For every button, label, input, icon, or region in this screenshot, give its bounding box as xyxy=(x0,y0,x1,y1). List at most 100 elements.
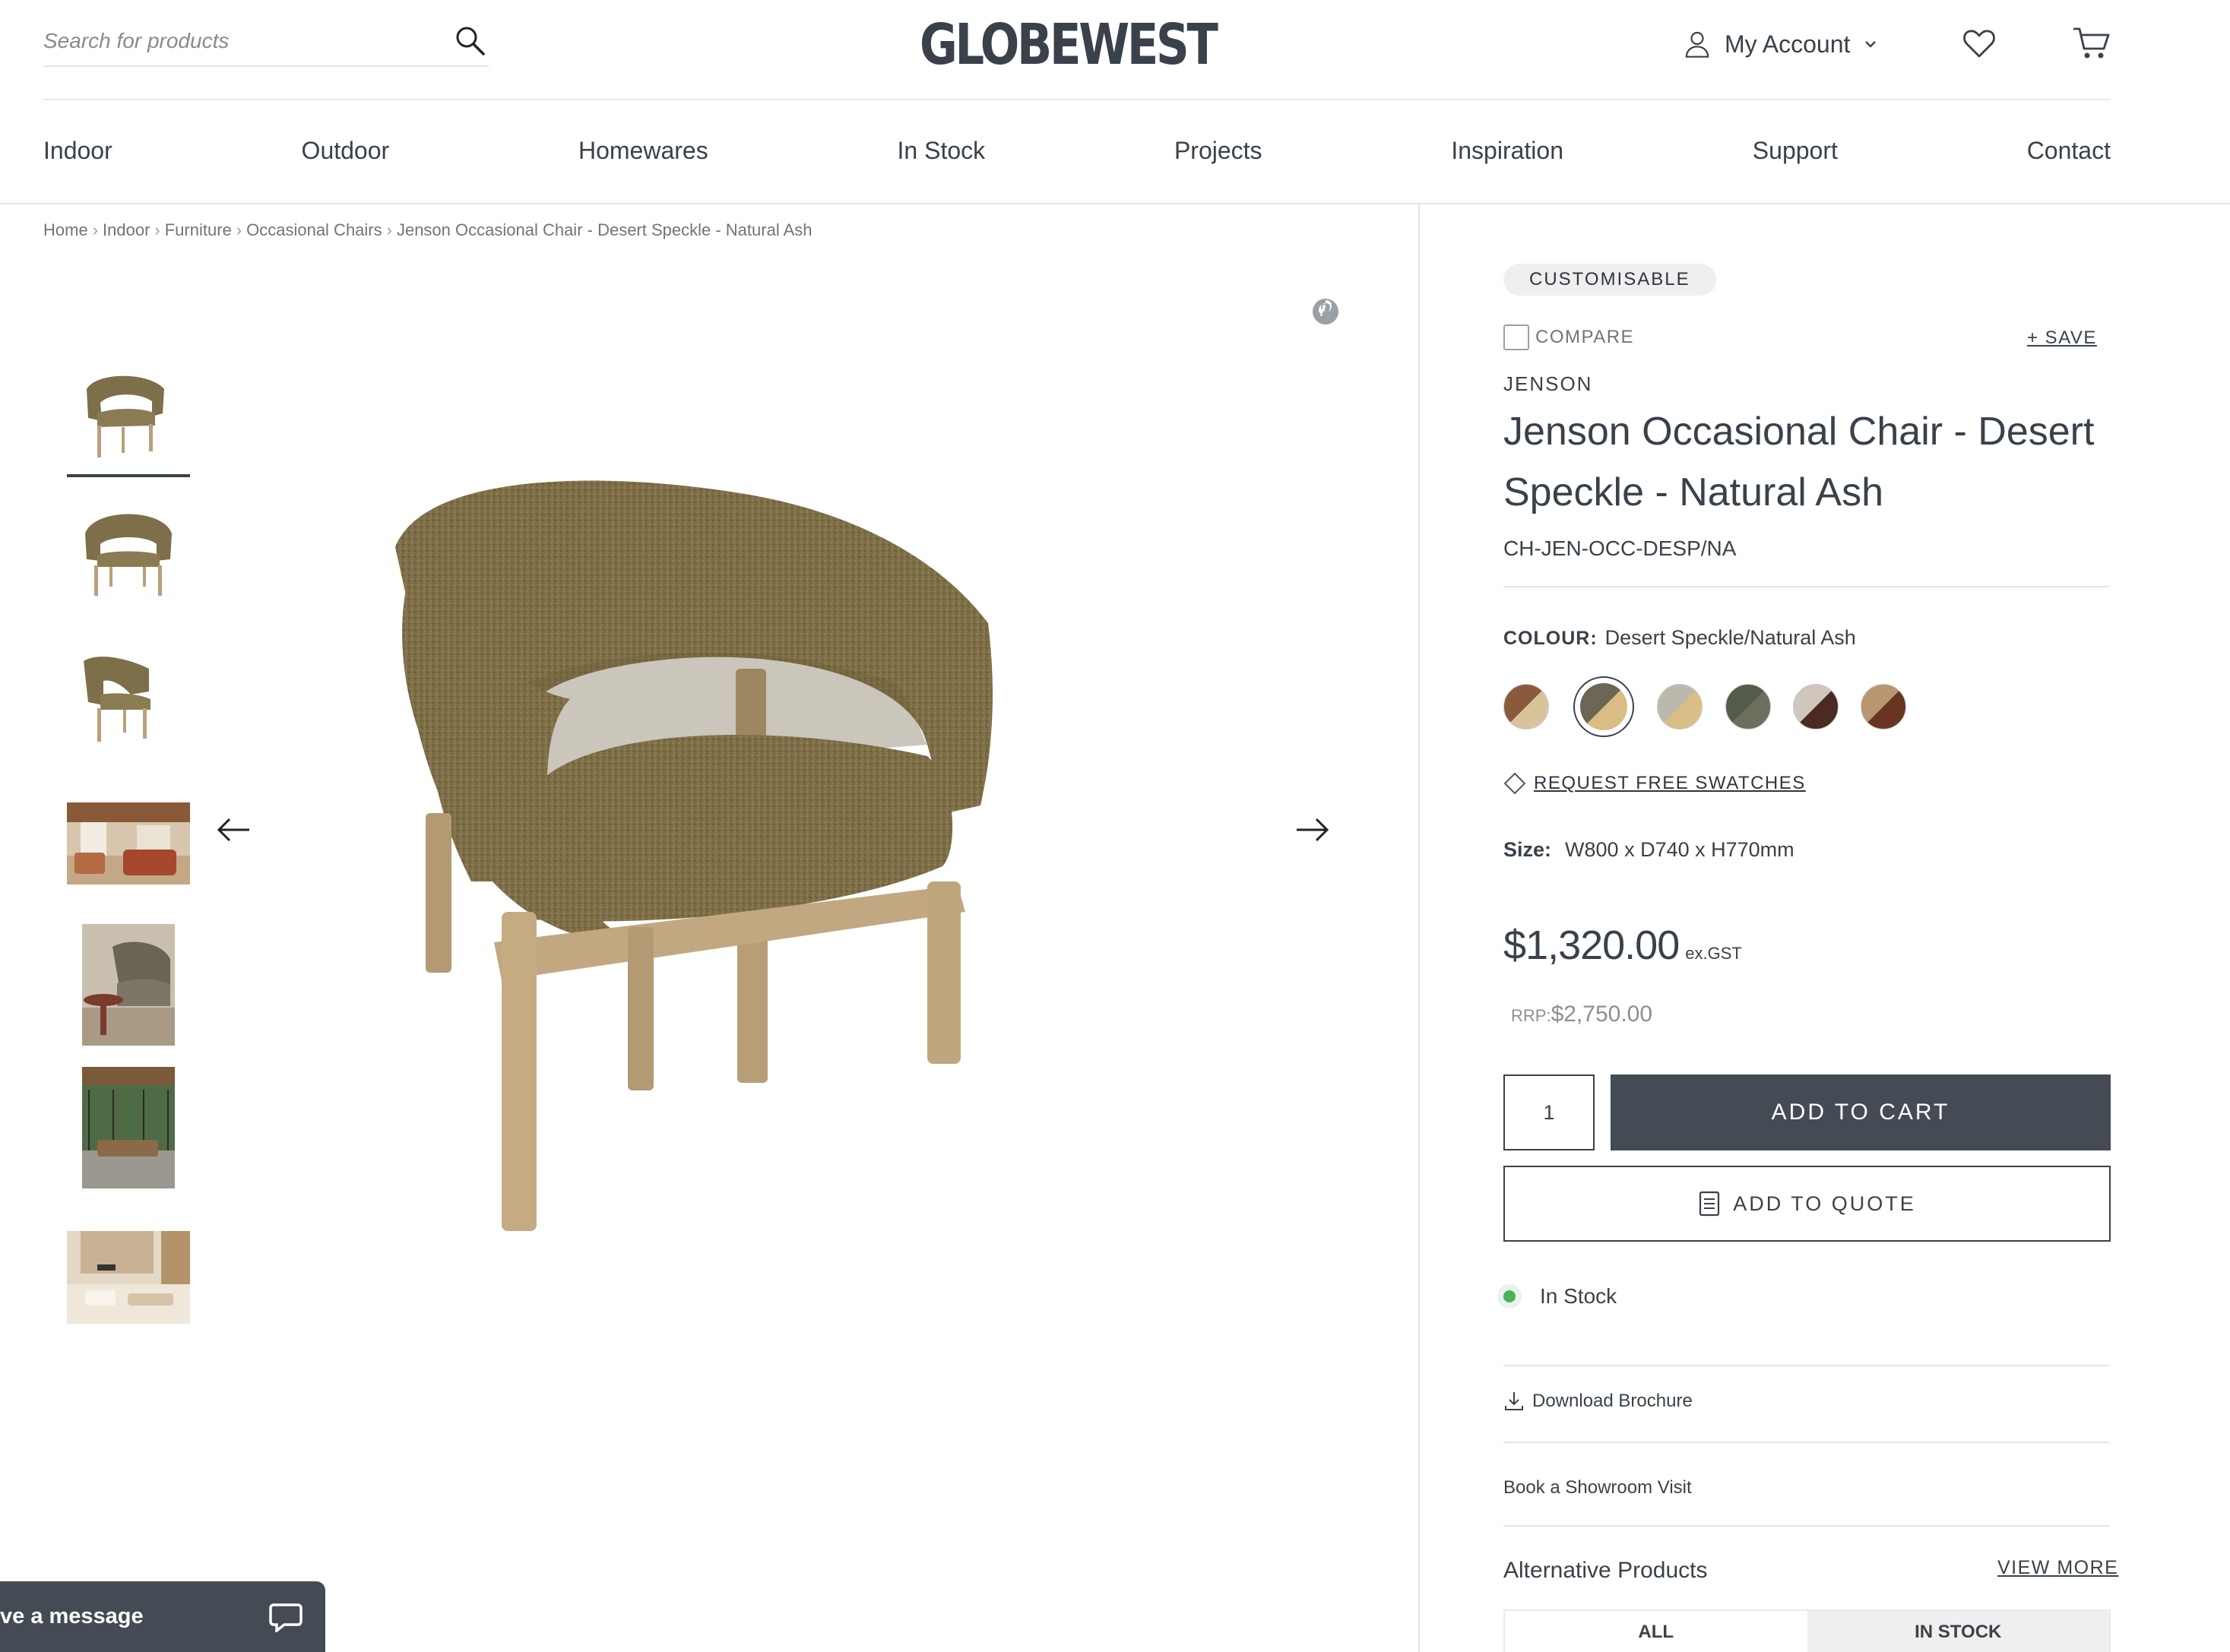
nav-in-stock[interactable]: In Stock xyxy=(898,131,986,170)
compare-toggle[interactable]: COMPARE xyxy=(1503,324,1634,350)
chat-bubble-icon xyxy=(269,1603,303,1632)
lifestyle-thumbnail-image xyxy=(67,1231,190,1324)
alternative-products-tabs: ALL IN STOCK xyxy=(1503,1609,2111,1652)
nav-projects[interactable]: Projects xyxy=(1174,131,1262,170)
add-to-cart-button[interactable]: ADD TO CART xyxy=(1611,1074,2111,1150)
breadcrumb-separator: › xyxy=(154,220,160,239)
swatch-6[interactable] xyxy=(1861,684,1906,729)
book-showroom-link[interactable]: Book a Showroom Visit xyxy=(1503,1477,1692,1499)
nav-indoor[interactable]: Indoor xyxy=(43,131,112,170)
breadcrumb-occasional-chairs[interactable]: Occasional Chairs xyxy=(246,220,382,239)
site-logo[interactable]: GLOBEWEST xyxy=(920,11,1218,79)
nav-homewares[interactable]: Homewares xyxy=(578,131,708,170)
product-brand: JENSON xyxy=(1503,372,1593,395)
main-product-image xyxy=(395,480,993,1231)
swatch-3[interactable] xyxy=(1657,684,1703,729)
breadcrumb-separator: › xyxy=(236,220,242,239)
pinterest-icon[interactable] xyxy=(1312,298,1339,325)
customisable-badge: CUSTOMISABLE xyxy=(1503,264,1716,296)
view-more-link[interactable]: VIEW MORE xyxy=(1997,1557,2118,1579)
product-size: Size: W800 x D740 x H770mm xyxy=(1503,838,1794,862)
swatch-1[interactable] xyxy=(1503,684,1549,729)
in-stock-dot-icon xyxy=(1497,1284,1522,1309)
divider xyxy=(1503,1365,2110,1366)
compare-label: COMPARE xyxy=(1535,327,1635,347)
thumbnail-6[interactable] xyxy=(82,1067,175,1188)
alternative-products-title: Alternative Products xyxy=(1503,1558,1708,1583)
lifestyle-thumbnail-image xyxy=(82,1067,175,1188)
swatch-diamond-icon xyxy=(1503,772,1526,795)
thumbnail-7[interactable] xyxy=(67,1231,190,1324)
nav-inspiration[interactable]: Inspiration xyxy=(1451,131,1563,170)
swatch-5[interactable] xyxy=(1793,684,1839,729)
request-swatches-label: REQUEST FREE SWATCHES xyxy=(1534,773,1806,793)
colour-label: COLOUR: xyxy=(1503,628,1598,649)
search-bar[interactable] xyxy=(43,18,489,67)
breadcrumb-furniture[interactable]: Furniture xyxy=(165,220,232,239)
lifestyle-thumbnail-image xyxy=(67,802,190,885)
main-navigation: Indoor Outdoor Homewares In Stock Projec… xyxy=(43,131,2111,170)
tab-all[interactable]: ALL xyxy=(1505,1611,1807,1652)
quote-document-icon xyxy=(1699,1191,1720,1217)
colour-swatches xyxy=(1503,676,1914,737)
divider xyxy=(1503,586,2110,587)
chat-label: ve a message xyxy=(0,1604,144,1628)
breadcrumb-indoor[interactable]: Indoor xyxy=(103,220,150,239)
my-account-label: My Account xyxy=(1725,30,1851,58)
thumbnail-2[interactable] xyxy=(67,502,190,616)
quantity-input[interactable]: 1 xyxy=(1503,1074,1595,1150)
thumbnail-1[interactable] xyxy=(67,363,190,477)
lifestyle-thumbnail-image xyxy=(82,924,175,1046)
nav-divider xyxy=(0,203,2230,204)
next-image-arrow-icon[interactable] xyxy=(1294,815,1332,845)
breadcrumb-current: Jenson Occasional Chair - Desert Speckle… xyxy=(396,220,812,239)
add-to-quote-label: ADD TO QUOTE xyxy=(1733,1192,1916,1215)
rrp-value: $2,750.00 xyxy=(1551,1002,1653,1027)
download-icon xyxy=(1505,1392,1523,1410)
thumbnail-5[interactable] xyxy=(82,924,175,1046)
book-showroom-label: Book a Showroom Visit xyxy=(1503,1477,1692,1498)
search-input[interactable] xyxy=(43,18,439,64)
breadcrumb-separator: › xyxy=(386,220,392,239)
search-icon[interactable] xyxy=(454,24,487,58)
colour-selection: COLOUR: Desert Speckle/Natural Ash xyxy=(1503,626,1856,650)
nav-support[interactable]: Support xyxy=(1753,131,1838,170)
download-brochure-link[interactable]: Download Brochure xyxy=(1503,1391,1693,1412)
download-brochure-label: Download Brochure xyxy=(1532,1391,1693,1411)
wishlist-heart-icon[interactable] xyxy=(1961,25,1997,62)
user-icon xyxy=(1685,31,1709,58)
request-swatches-link[interactable]: REQUEST FREE SWATCHES xyxy=(1503,772,1806,795)
product-title: Jenson Occasional Chair - Desert Speckle… xyxy=(1503,410,2095,514)
price-value: $1,320.00 xyxy=(1503,923,1680,968)
tab-in-stock[interactable]: IN STOCK xyxy=(1807,1611,2109,1652)
cart-icon[interactable] xyxy=(2072,25,2111,62)
colour-value: Desert Speckle/Natural Ash xyxy=(1604,626,1856,649)
divider xyxy=(1503,1442,2110,1443)
swatch-desert-speckle[interactable] xyxy=(1573,676,1634,737)
swatch-4[interactable] xyxy=(1725,684,1771,729)
rrp-label: RRP: xyxy=(1511,1006,1551,1025)
divider xyxy=(1503,1525,2110,1527)
breadcrumb-home[interactable]: Home xyxy=(43,220,88,239)
column-divider xyxy=(1418,204,1420,1652)
chair-thumbnail-image xyxy=(67,502,190,616)
header-divider xyxy=(43,99,2109,100)
size-value: W800 x D740 x H770mm xyxy=(1565,838,1794,861)
thumbnail-4[interactable] xyxy=(67,802,190,885)
chevron-down-icon xyxy=(1865,41,1877,48)
size-label: Size: xyxy=(1503,838,1552,861)
nav-outdoor[interactable]: Outdoor xyxy=(302,131,390,170)
compare-checkbox[interactable] xyxy=(1503,324,1529,350)
nav-contact[interactable]: Contact xyxy=(2027,131,2111,170)
add-to-quote-button[interactable]: ADD TO QUOTE xyxy=(1503,1166,2111,1242)
save-link[interactable]: + SAVE xyxy=(2027,328,2097,349)
stock-status-label: In Stock xyxy=(1540,1284,1617,1308)
stock-status: In Stock xyxy=(1497,1284,1617,1309)
chat-widget[interactable]: ve a message xyxy=(0,1581,325,1652)
price-suffix: ex.GST xyxy=(1685,944,1742,963)
thumbnail-3[interactable] xyxy=(67,644,190,758)
my-account-menu[interactable]: My Account xyxy=(1682,23,1879,65)
chair-thumbnail-image xyxy=(67,644,190,758)
product-sku: CH-JEN-OCC-DESP/NA xyxy=(1503,536,1737,560)
previous-image-arrow-icon[interactable] xyxy=(214,815,252,845)
